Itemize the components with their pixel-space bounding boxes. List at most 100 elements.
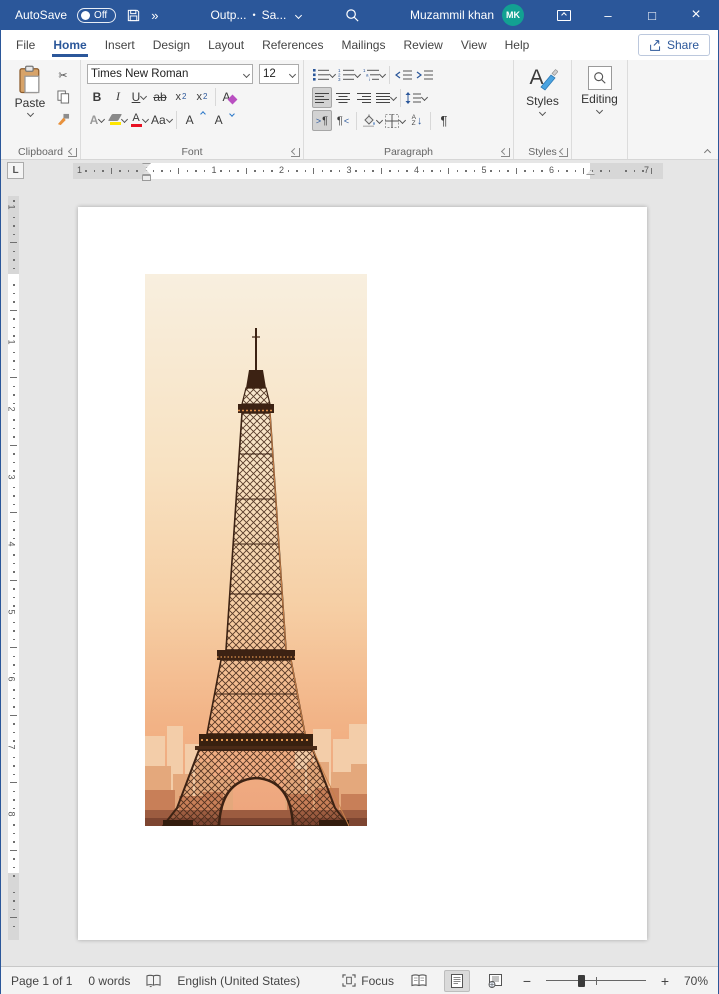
tab-review[interactable]: Review [394, 30, 451, 60]
document-page[interactable] [78, 207, 647, 940]
left-to-right-button[interactable]: > ¶ [312, 110, 332, 131]
styles-dialog-launcher[interactable] [559, 148, 568, 157]
grow-font-button[interactable]: A [180, 109, 200, 130]
align-left-icon [315, 92, 329, 104]
paragraph-dialog-launcher[interactable] [501, 148, 510, 157]
read-mode-button[interactable] [406, 970, 432, 992]
justify-button[interactable] [375, 87, 397, 108]
tab-layout[interactable]: Layout [199, 30, 253, 60]
tab-home[interactable]: Home [44, 30, 95, 60]
increase-indent-button[interactable] [414, 64, 434, 85]
maximize-button[interactable]: □ [630, 0, 674, 30]
font-size-select[interactable]: 12 [259, 64, 299, 84]
copy-button[interactable] [53, 88, 73, 106]
search-button[interactable] [345, 8, 360, 23]
editing-chevron-icon [596, 107, 603, 114]
left-indent-marker[interactable] [142, 175, 151, 181]
web-layout-button[interactable] [482, 970, 508, 992]
vertical-ruler[interactable]: 112345678 [8, 196, 19, 940]
document-image-eiffel-tower[interactable] [145, 274, 367, 826]
tab-help[interactable]: Help [496, 30, 539, 60]
decrease-indent-button[interactable] [393, 64, 413, 85]
page-indicator[interactable]: Page 1 of 1 [11, 974, 72, 988]
zoom-out-button[interactable]: − [520, 973, 534, 989]
document-title[interactable]: Outp... • Sa... [210, 8, 301, 22]
sort-button[interactable]: A Z ↓ [407, 110, 427, 131]
close-button[interactable]: × [674, 0, 718, 30]
qat-overflow-button[interactable]: » [151, 8, 158, 23]
format-painter-icon [56, 113, 70, 126]
numbering-button[interactable]: 1 2 3 [337, 64, 361, 85]
paragraph-group: 1 2 3 1 a i [304, 60, 514, 159]
proofing-status-button[interactable] [146, 974, 161, 988]
tab-file[interactable]: File [7, 30, 44, 60]
right-to-left-button[interactable]: ¶ < [333, 110, 353, 131]
editing-button[interactable]: Editing [572, 66, 627, 113]
text-effects-chevron-icon [98, 116, 105, 123]
cut-button[interactable]: ✂ [53, 66, 73, 84]
zoom-slider[interactable] [546, 974, 646, 988]
editing-find-icon [588, 66, 612, 90]
tab-design[interactable]: Design [144, 30, 199, 60]
autosave-toggle[interactable]: Off [77, 8, 116, 23]
clipboard-dialog-launcher[interactable] [68, 148, 77, 157]
word-count[interactable]: 0 words [88, 974, 130, 988]
decrease-indent-icon [395, 69, 412, 81]
styles-button[interactable]: A Styles [514, 66, 571, 115]
tab-view[interactable]: View [452, 30, 496, 60]
font-group-label: Font [81, 146, 303, 158]
account-menu[interactable]: Muzammil khan MK [410, 4, 524, 26]
subscript-button[interactable]: x2 [171, 86, 191, 107]
borders-button[interactable] [384, 110, 406, 131]
tab-insert[interactable]: Insert [96, 30, 144, 60]
shrink-font-button[interactable]: A [209, 109, 229, 130]
clear-formatting-button[interactable]: A [219, 86, 239, 107]
document-area[interactable]: 112345678 [1, 182, 718, 966]
paste-label: Paste [15, 96, 46, 110]
align-left-button[interactable] [312, 87, 332, 108]
superscript-button[interactable]: x2 [192, 86, 212, 107]
shading-bucket-icon [361, 114, 376, 127]
ruler-row: L 11234567 [1, 160, 718, 182]
collapse-ribbon-button[interactable] [704, 149, 711, 156]
line-spacing-button[interactable] [404, 87, 428, 108]
text-effects-button[interactable]: A [87, 109, 107, 130]
minimize-button[interactable]: – [586, 0, 630, 30]
change-case-button[interactable]: Aa [150, 109, 173, 130]
focus-button[interactable]: Focus [342, 974, 394, 988]
font-dialog-launcher[interactable] [291, 148, 300, 157]
ribbon-display-options-button[interactable] [542, 0, 586, 30]
tab-references[interactable]: References [253, 30, 332, 60]
highlight-color-button[interactable] [108, 109, 128, 130]
underline-button[interactable]: U [129, 86, 149, 107]
bold-button[interactable]: B [87, 86, 107, 107]
clipboard-group: Paste ✂ [1, 60, 81, 159]
bullets-chevron-icon [329, 71, 336, 78]
strikethrough-button[interactable]: ab [150, 86, 170, 107]
zoom-level[interactable]: 70% [684, 974, 708, 988]
zoom-slider-handle[interactable] [578, 975, 585, 987]
save-button[interactable] [126, 8, 141, 23]
horizontal-ruler[interactable]: 11234567 [73, 163, 663, 179]
shrink-font-arrow-icon [229, 111, 235, 117]
format-painter-button[interactable] [53, 110, 73, 128]
multilevel-list-button[interactable]: 1 a i [362, 64, 386, 85]
font-color-button[interactable]: A [129, 109, 149, 130]
font-name-select[interactable]: Times New Roman [87, 64, 253, 84]
align-center-button[interactable] [333, 87, 353, 108]
font-color-chevron-icon [141, 116, 148, 123]
align-right-button[interactable] [354, 87, 374, 108]
paste-button[interactable]: Paste [9, 65, 51, 116]
italic-button[interactable]: I [108, 86, 128, 107]
bullets-button[interactable] [312, 64, 336, 85]
paste-dropdown-chevron-icon [26, 110, 33, 117]
tab-mailings[interactable]: Mailings [332, 30, 394, 60]
horizontal-ruler-number: 7 [644, 165, 649, 175]
zoom-in-button[interactable]: + [658, 973, 672, 989]
language-indicator[interactable]: English (United States) [177, 974, 300, 988]
show-hide-marks-button[interactable]: ¶ [434, 110, 454, 131]
share-button[interactable]: Share [638, 34, 710, 56]
shading-button[interactable] [360, 110, 383, 131]
print-layout-button[interactable] [444, 970, 470, 992]
tab-stop-selector[interactable]: L [7, 162, 24, 179]
